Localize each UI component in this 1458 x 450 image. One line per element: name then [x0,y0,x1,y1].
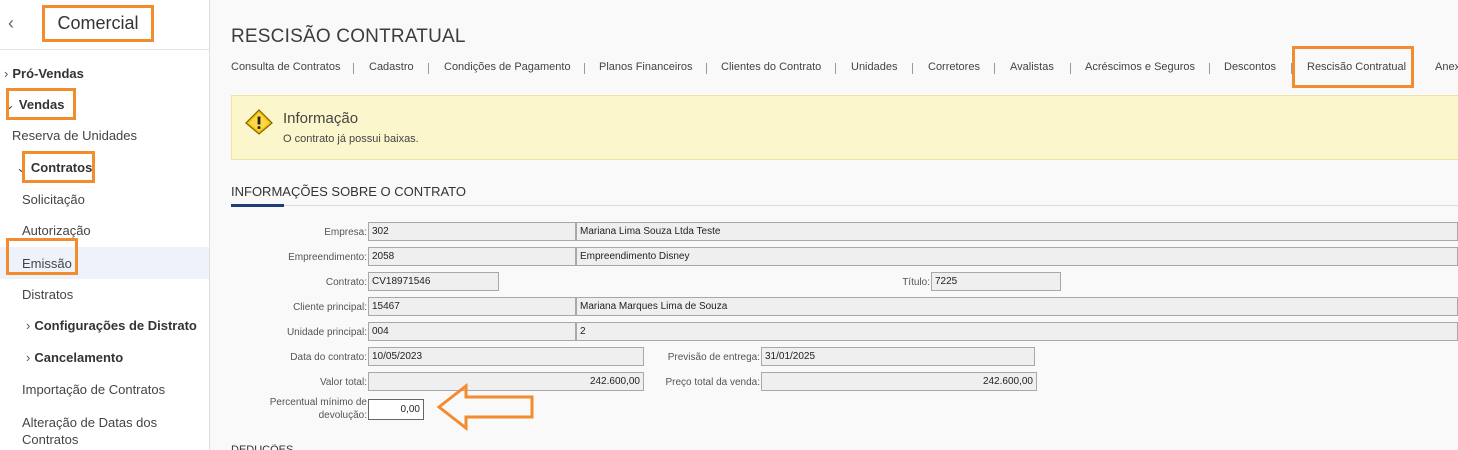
tab-unidades[interactable]: Unidades [851,61,897,73]
sidebar-item-autorizacao[interactable]: Autorização [22,223,91,238]
tab-separator [1070,63,1071,74]
tab-separator [584,63,585,74]
tab-separator [706,63,707,74]
main-content: RESCISÃO CONTRATUAL Consulta de Contrato… [210,0,1458,450]
highlight-contratos [22,151,95,183]
highlight-tab-rescisao [1292,46,1414,88]
warning-icon [245,109,273,135]
chevron-right-icon: › [26,350,31,365]
sidebar-item-label: Distratos [22,287,74,302]
highlight-vendas [6,88,76,120]
empreendimento-code-field[interactable]: 2058 [368,247,576,266]
section-title-deducoes: DEDUÇÕES [231,444,294,450]
empresa-name-field[interactable]: Mariana Lima Souza Ltda Teste [576,222,1458,241]
contrato-label: Contrato: [325,277,367,288]
sidebar-item-solicitacao[interactable]: Solicitação [22,192,85,207]
chevron-left-icon[interactable]: ‹ [8,13,24,33]
highlight-emissao [6,238,78,275]
info-banner: Informação O contrato já possui baixas. [231,95,1458,160]
tab-condicoes-de-pagamento[interactable]: Condições de Pagamento [444,61,571,73]
preco-total-label: Preço total da venda: [665,377,760,388]
chevron-right-icon: › [26,318,31,333]
titulo-label: Título: [902,277,930,288]
tab-consulta-de-contratos[interactable]: Consulta de Contratos [231,61,340,73]
preco-total-field[interactable]: 242.600,00 [761,372,1037,391]
sidebar-divider [0,49,209,50]
titulo-field[interactable]: 7225 [931,272,1061,291]
sidebar-item-label: Solicitação [22,192,85,207]
data-contrato-label: Data do contrato: [290,352,367,363]
previsao-field[interactable]: 31/01/2025 [761,347,1035,366]
sidebar-item-label: Contratos [22,432,79,447]
cliente-label: Cliente principal: [293,302,367,313]
previsao-label: Previsão de entrega: [667,352,760,363]
tab-anexos[interactable]: Anex [1435,61,1458,73]
sidebar-item-label: Autorização [22,223,91,238]
unidade-label: Unidade principal: [286,327,367,338]
valor-total-label: Valor total: [319,377,367,388]
percentual-label-line1: Percentual mínimo de [269,397,367,408]
unidade-code-field[interactable]: 004 [368,322,576,341]
info-title: Informação [283,110,359,127]
tab-planos-financeiros[interactable]: Planos Financeiros [599,61,693,73]
tab-separator [1209,63,1210,74]
chevron-right-icon: › [4,66,9,81]
section-title: INFORMAÇÕES SOBRE O CONTRATO [231,184,466,199]
cliente-name-field[interactable]: Mariana Marques Lima de Souza [576,297,1458,316]
percentual-label: Percentual mínimo de devolução: [230,396,367,422]
tab-separator [994,63,995,74]
arrow-left-icon [436,383,534,431]
empresa-label: Empresa: [324,227,367,238]
tab-acrescimos-e-seguros[interactable]: Acréscimos e Seguros [1085,61,1195,73]
tab-cadastro[interactable]: Cadastro [369,61,414,73]
empresa-code-field[interactable]: 302 [368,222,576,241]
sidebar-item-reserva-de-unidades[interactable]: Reserva de Unidades [12,128,137,143]
tab-separator [912,63,913,74]
sidebar-item-label: Importação de Contratos [22,382,166,397]
sidebar-item-importacao-de-contratos[interactable]: Importação de Contratos [22,382,165,397]
sidebar-item-configuracoes-de-distrato[interactable]: › Configurações de Distrato [26,318,197,333]
section-divider [231,205,1458,206]
section-accent [231,204,284,207]
sidebar-item-cancelamento[interactable]: › Cancelamento [26,350,123,365]
sidebar-item-label: Pró-Vendas [12,66,84,81]
app-title: Comercial [42,5,154,42]
unidade-name-field[interactable]: 2 [576,322,1458,341]
tab-clientes-do-contrato[interactable]: Clientes do Contrato [721,61,821,73]
contrato-field[interactable]: CV18971546 [368,272,499,291]
tab-separator [353,63,354,74]
sidebar-item-label: Alteração de Datas dos [22,415,158,430]
sidebar-item-label: Cancelamento [34,350,124,365]
tab-separator [428,63,429,74]
sidebar-item-pro-vendas[interactable]: › Pró-Vendas [4,66,84,81]
page-title: RESCISÃO CONTRATUAL [231,26,466,47]
sidebar-item-label: Reserva de Unidades [12,128,138,143]
tab-avalistas[interactable]: Avalistas [1010,61,1054,73]
info-text: O contrato já possui baixas. [283,133,419,145]
percentual-input[interactable]: 0,00 [368,399,424,420]
sidebar-item-label: Configurações de Distrato [34,318,197,333]
empreendimento-label: Empreendimento: [288,252,367,263]
tab-descontos[interactable]: Descontos [1224,61,1276,73]
data-contrato-field[interactable]: 10/05/2023 [368,347,644,366]
sidebar-item-alteracao-de-datas[interactable]: Alteração de Datas dos Contratos [22,414,157,448]
tab-corretores[interactable]: Corretores [928,61,980,73]
sidebar-item-distratos[interactable]: Distratos [22,287,73,302]
cliente-code-field[interactable]: 15467 [368,297,576,316]
tab-separator [835,63,836,74]
percentual-label-line2: devolução: [318,410,367,421]
sidebar: ‹ Comercial › Pró-Vendas ⌄ Vendas Reserva … [0,0,210,450]
empreendimento-name-field[interactable]: Empreendimento Disney [576,247,1458,266]
